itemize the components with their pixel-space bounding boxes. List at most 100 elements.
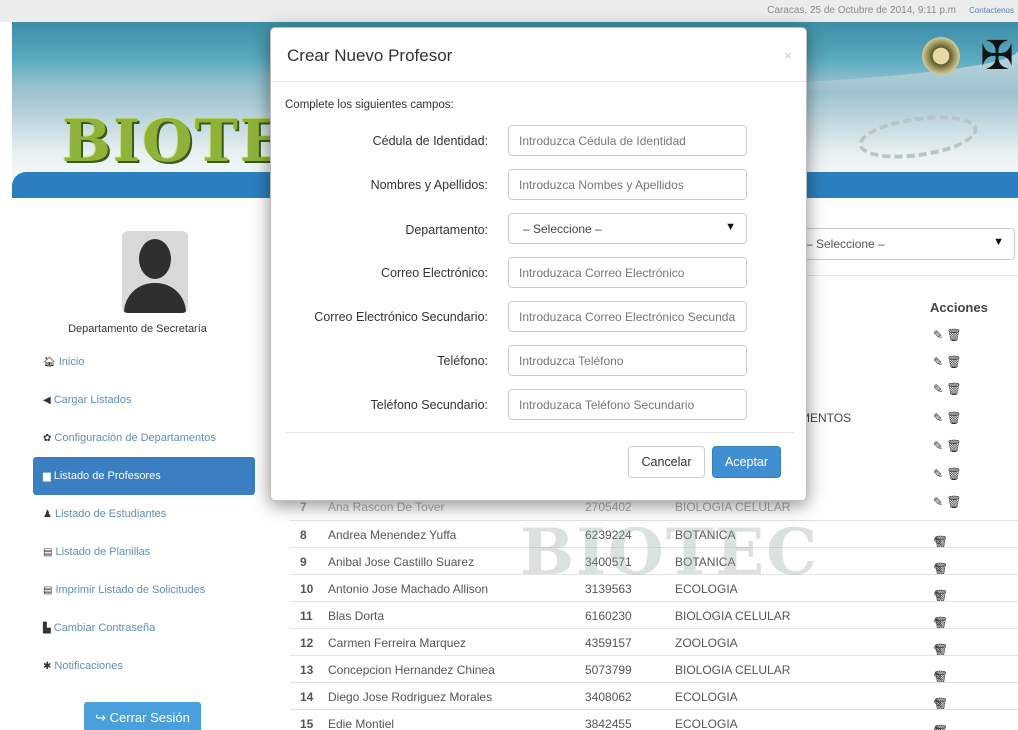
telefono-input[interactable] <box>508 345 747 376</box>
create-professor-modal: Crear Nuevo Profesor × Complete los sigu… <box>270 27 807 501</box>
sidebar-item-label: Listado de Estudiantes <box>54 508 167 520</box>
row-actions: ✎ 🗑︎ <box>933 411 973 425</box>
edit-icon[interactable]: ✎ <box>933 328 943 342</box>
row-name: Edie Montiel <box>328 717 395 730</box>
logout-label: Cerrar Sesión <box>109 710 190 725</box>
row-dept: BIOLOGIA CELULAR <box>675 663 791 677</box>
trash-icon[interactable]: 🗑︎ <box>946 439 961 453</box>
sidebar-item-listado-estudiantes[interactable]: ♟ Listado de Estudiantes <box>33 495 255 533</box>
sidebar-item-label: Notificaciones <box>54 660 123 672</box>
university-seal-icon <box>922 37 960 75</box>
row-name: Concepcion Hernandez Chinea <box>328 663 495 677</box>
print-list-icon: ▤ <box>43 585 53 596</box>
sidebar-item-cambiar-contrasena[interactable]: ▙ Cambiar Contraseña <box>33 609 255 647</box>
row-dept: BIOLOGIA CELULAR <box>675 500 791 514</box>
row-name: Ana Rascon De Tover <box>328 500 445 514</box>
home-icon: 🏠︎ <box>43 357 56 368</box>
departamento-select[interactable]: – Seleccione – ▼ <box>508 213 747 244</box>
table-row: 14 Diego Jose Rodriguez Morales 3408062 ECO… <box>290 682 1018 711</box>
avatar-head <box>139 239 171 279</box>
sidebar-item-imprimir-solicitudes[interactable]: ▤ Imprimir Listado de Solicitudes <box>33 571 255 609</box>
sidebar-item-listado-planillas[interactable]: ▤ Listado de Planillas <box>33 533 255 571</box>
sidebar-item-configuracion-departamentos[interactable]: ✿ Configuración de Departamentos <box>33 419 255 457</box>
row-ci: 6160230 <box>585 609 632 623</box>
edit-icon[interactable]: ✎ <box>933 355 943 369</box>
row-ci: 2705402 <box>585 500 632 514</box>
sidebar-item-label: Imprimir Listado de Solicitudes <box>55 584 206 596</box>
asterisk-icon: ✱ <box>43 661 52 672</box>
edit-icon[interactable]: ✎ <box>933 439 943 453</box>
row-name: Carmen Ferreira Marquez <box>328 636 467 650</box>
trash-icon[interactable]: 🗑︎ <box>946 411 961 425</box>
department-filter-select[interactable]: – Seleccione – ▼ <box>795 228 1015 260</box>
row-dept: ZOOLOGIA <box>675 636 738 650</box>
sidebar-item-label: Configuración de Departamentos <box>54 432 216 444</box>
sidebar-item-listado-profesores[interactable]: ▆ Listado de Profesores <box>33 457 255 495</box>
sidebar-item-cargar-listados[interactable]: ◀ Cargar Listados <box>33 381 255 419</box>
row-name: Andrea Menendez Yuffa <box>328 528 457 542</box>
telefono-secundario-label: Teléfono Secundario: <box>370 398 488 412</box>
correo-secundario-label: Correo Electrónico Secundario: <box>314 310 488 324</box>
sidebar-item-label: Cambiar Contraseña <box>53 622 156 634</box>
row-ci: 3408062 <box>585 690 632 704</box>
row-number: 9 <box>300 555 307 569</box>
film-strip-decoration <box>855 108 981 166</box>
cedula-input[interactable] <box>508 125 747 156</box>
accept-button[interactable]: Aceptar <box>712 446 781 478</box>
correo-label: Correo Electrónico: <box>381 266 488 280</box>
trash-icon[interactable]: 🗑︎ <box>946 467 961 481</box>
modal-intro-text: Complete los siguientes campos: <box>285 99 454 111</box>
nombres-input[interactable] <box>508 169 747 200</box>
edit-icon[interactable]: ✎ <box>933 411 943 425</box>
modal-title: Crear Nuevo Profesor <box>287 46 453 65</box>
row-ci: 5073799 <box>585 663 632 677</box>
row-dept: ECOLOGIA <box>675 690 738 704</box>
upload-icon: ◀ <box>43 395 51 406</box>
modal-footer-divider <box>285 432 794 433</box>
department-filter-value: – Seleccione – <box>806 237 885 251</box>
edit-icon[interactable]: ✎ <box>933 467 943 481</box>
date-text: Caracas, 25 de Octubre de 2014, 9:11 p.m <box>767 5 956 16</box>
row-number: 12 <box>300 636 314 650</box>
row-number: 10 <box>300 582 314 596</box>
table-row: 15Edie Montiel3842455ECOLOGIA✎ 🗑︎ <box>290 709 1018 730</box>
telefono-secundario-input[interactable] <box>508 389 747 420</box>
correo-input[interactable] <box>508 257 747 288</box>
trash-icon[interactable]: 🗑︎ <box>933 724 948 730</box>
row-name: Antonio Jose Machado Allison <box>328 582 489 596</box>
row-number: 8 <box>300 528 307 542</box>
department-name: Departamento de Secretaría <box>68 323 207 335</box>
column-header-acciones: Acciones <box>930 300 988 315</box>
partial-department-cell: MENTOS <box>800 411 852 425</box>
row-name: Anibal Jose Castillo Suarez <box>328 555 475 569</box>
sidebar-menu: 🏠︎ Inicio ◀ Cargar Listados ✿ Configuración… <box>33 343 255 685</box>
avatar <box>122 231 188 313</box>
row-actions: ✎ 🗑︎ <box>933 355 973 369</box>
nombres-label: Nombres y Apellidos: <box>370 178 488 192</box>
trash-icon[interactable]: 🗑︎ <box>946 328 961 342</box>
row-number: 14 <box>300 690 314 704</box>
sidebar-item-notificaciones[interactable]: ✱ Notificaciones <box>33 647 255 685</box>
table-row: 12 Carmen Ferreira Marquez 4359157 ZOOLOGIA… <box>290 628 1018 657</box>
avatar-body <box>124 283 186 313</box>
edit-icon[interactable]: ✎ <box>933 382 943 396</box>
table-row: 13 Concepcion Hernandez Chinea 5073799 BIOL… <box>290 655 1018 684</box>
chevron-down-icon: ▼ <box>993 236 1004 248</box>
trash-icon[interactable]: 🗑︎ <box>946 382 961 396</box>
logout-icon: ↪ <box>95 710 110 725</box>
row-name: Blas Dorta <box>328 609 385 623</box>
row-name: Diego Jose Rodriguez Morales <box>328 690 493 704</box>
sidebar-item-inicio[interactable]: 🏠︎ Inicio <box>33 343 255 381</box>
row-actions: ✎ 🗑︎ <box>933 467 973 481</box>
contact-link[interactable]: Contactenos <box>969 6 1014 15</box>
correo-secundario-input[interactable] <box>508 301 747 332</box>
row-ci: 3842455 <box>585 717 632 730</box>
chevron-down-icon: ▼ <box>725 221 736 233</box>
close-icon[interactable]: × <box>784 48 792 63</box>
cancel-button[interactable]: Cancelar <box>628 446 705 478</box>
lock-icon: ▙ <box>43 623 51 634</box>
cedula-label: Cédula de Identidad: <box>372 134 488 148</box>
trash-icon[interactable]: 🗑︎ <box>946 355 961 369</box>
logout-button[interactable]: ↪ Cerrar Sesión <box>84 702 201 730</box>
sidebar-item-label: Listado de Planillas <box>55 546 151 558</box>
